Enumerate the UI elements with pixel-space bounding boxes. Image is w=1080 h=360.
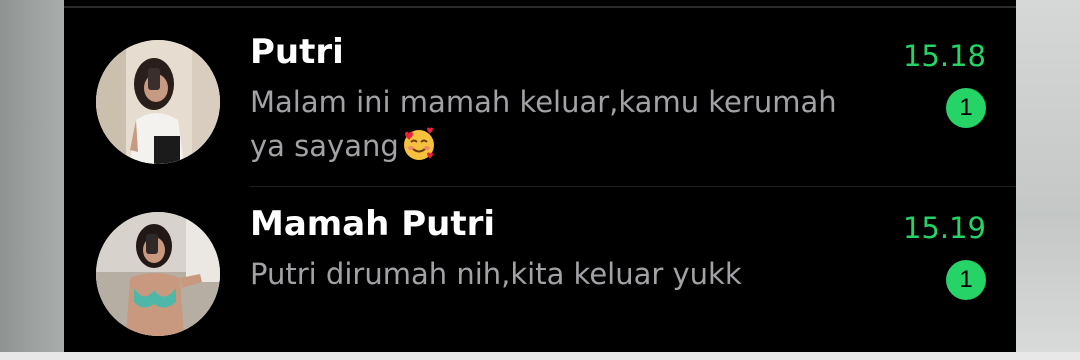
row-divider xyxy=(250,186,1016,187)
chat-list-item[interactable]: Putri Malam ini mamah keluar,kamu keruma… xyxy=(64,28,1016,186)
message-preview-line: Putri dirumah nih,kita keluar yukk xyxy=(250,257,742,291)
unread-badge: 1 xyxy=(946,88,986,128)
smiling-face-with-hearts-icon xyxy=(403,127,434,160)
chat-list-screen: Putri Malam ini mamah keluar,kamu keruma… xyxy=(64,0,1016,352)
unread-badge: 1 xyxy=(946,260,986,300)
message-preview-line: ya sayang xyxy=(250,129,399,163)
profile-photo xyxy=(96,212,220,336)
profile-photo xyxy=(96,40,220,164)
avatar[interactable] xyxy=(96,40,220,164)
message-time: 15.19 xyxy=(902,211,986,245)
background-left xyxy=(0,0,64,360)
avatar[interactable] xyxy=(96,212,220,336)
contact-name: Putri xyxy=(250,32,344,72)
background-right xyxy=(1016,0,1080,360)
message-preview: Malam ini mamah keluar,kamu kerumah ya s… xyxy=(250,80,890,168)
background-bottom xyxy=(0,352,1080,360)
message-preview-line: Malam ini mamah keluar,kamu kerumah xyxy=(250,85,837,119)
chat-list-item[interactable]: Mamah Putri Putri dirumah nih,kita kelua… xyxy=(64,196,1016,346)
message-time: 15.18 xyxy=(902,39,986,73)
message-preview: Putri dirumah nih,kita keluar yukk xyxy=(250,252,890,296)
contact-name: Mamah Putri xyxy=(250,204,495,244)
header-divider xyxy=(64,6,1016,8)
